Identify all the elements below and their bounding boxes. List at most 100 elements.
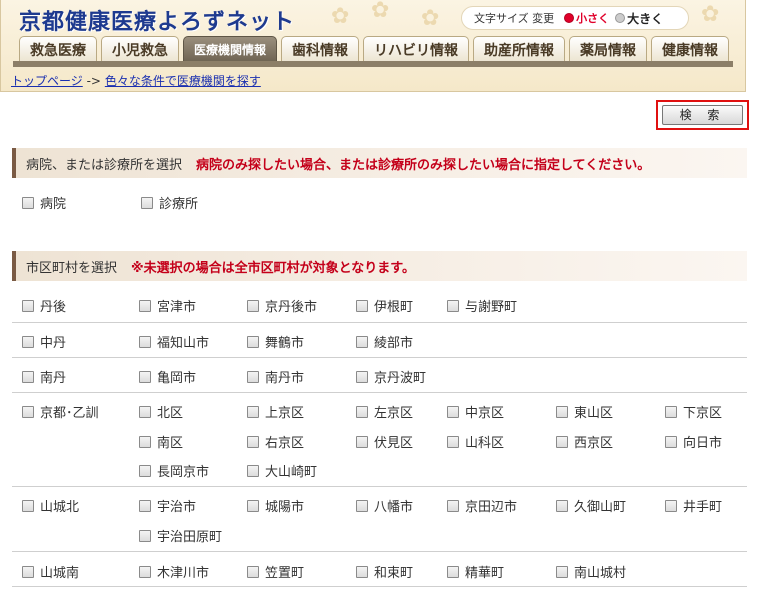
checkbox-icon[interactable] — [22, 499, 34, 512]
hospital-checkbox[interactable]: 病院 — [22, 193, 66, 212]
checkbox-icon[interactable] — [22, 565, 34, 578]
region-checkbox[interactable]: 山城南 — [22, 562, 79, 581]
city-checkbox[interactable]: 東山区 — [556, 402, 613, 421]
checkbox-icon[interactable] — [22, 299, 34, 312]
checkbox-icon[interactable] — [665, 499, 677, 512]
region-checkbox[interactable]: 丹後 — [22, 296, 66, 315]
city-checkbox[interactable]: 宇治市 — [139, 496, 196, 515]
checkbox-icon[interactable] — [356, 435, 368, 448]
checkbox-icon[interactable] — [447, 299, 459, 312]
city-checkbox[interactable]: 笠置町 — [247, 562, 304, 581]
city-checkbox[interactable]: 木津川市 — [139, 562, 209, 581]
checkbox-icon[interactable] — [22, 370, 34, 383]
checkbox-icon[interactable] — [247, 335, 259, 348]
checkbox-icon[interactable] — [139, 565, 151, 578]
checkbox-icon[interactable] — [139, 405, 151, 418]
region-checkbox[interactable]: 南丹 — [22, 367, 66, 386]
site-title[interactable]: 京都健康医療よろずネット — [19, 4, 295, 36]
city-checkbox[interactable]: 宮津市 — [139, 296, 196, 315]
breadcrumb-home-link[interactable]: トップページ — [11, 74, 83, 88]
checkbox-icon[interactable] — [356, 335, 368, 348]
breadcrumb-current-link[interactable]: 色々な条件で医療機関を探す — [105, 74, 261, 88]
city-checkbox[interactable]: 宇治田原町 — [139, 526, 222, 545]
city-checkbox[interactable]: 綾部市 — [356, 332, 413, 351]
checkbox-icon[interactable] — [247, 565, 259, 578]
city-checkbox[interactable]: 福知山市 — [139, 332, 209, 351]
region-checkbox[interactable]: 京都･乙訓 — [22, 402, 99, 421]
search-button[interactable]: 検 索 — [662, 105, 743, 125]
city-checkbox[interactable]: 中京区 — [447, 402, 504, 421]
checkbox-icon[interactable] — [247, 435, 259, 448]
checkbox-icon[interactable] — [139, 499, 151, 512]
city-checkbox[interactable]: 伊根町 — [356, 296, 413, 315]
city-checkbox[interactable]: 南区 — [139, 432, 183, 451]
city-checkbox[interactable]: 大山崎町 — [247, 461, 317, 480]
checkbox-icon[interactable] — [556, 565, 568, 578]
region-checkbox[interactable]: 山城北 — [22, 496, 79, 515]
checkbox-icon[interactable] — [247, 499, 259, 512]
city-checkbox[interactable]: 伏見区 — [356, 432, 413, 451]
city-checkbox[interactable]: 左京区 — [356, 402, 413, 421]
city-checkbox[interactable]: 八幡市 — [356, 496, 413, 515]
city-checkbox[interactable]: 北区 — [139, 402, 183, 421]
city-checkbox[interactable]: 向日市 — [665, 432, 722, 451]
city-checkbox[interactable]: 和束町 — [356, 562, 413, 581]
clinic-checkbox[interactable]: 診療所 — [141, 193, 198, 212]
tab-pediatric-emergency[interactable]: 小児救急 — [101, 36, 179, 62]
city-checkbox[interactable]: 上京区 — [247, 402, 304, 421]
city-checkbox[interactable]: 南丹市 — [247, 367, 304, 386]
tab-dental[interactable]: 歯科情報 — [281, 36, 360, 62]
checkbox-icon[interactable] — [556, 435, 568, 448]
tab-medical-institutions[interactable]: 医療機関情報 — [183, 36, 278, 62]
tab-pharmacy[interactable]: 薬局情報 — [569, 36, 648, 62]
city-checkbox[interactable]: 西京区 — [556, 432, 613, 451]
checkbox-icon[interactable] — [356, 565, 368, 578]
city-checkbox[interactable]: 京田辺市 — [447, 496, 517, 515]
checkbox-icon[interactable] — [22, 196, 34, 209]
checkbox-icon[interactable] — [22, 335, 34, 348]
checkbox-icon[interactable] — [556, 499, 568, 512]
checkbox-icon[interactable] — [447, 499, 459, 512]
checkbox-icon[interactable] — [139, 370, 151, 383]
city-checkbox[interactable]: 亀岡市 — [139, 367, 196, 386]
city-checkbox[interactable]: 城陽市 — [247, 496, 304, 515]
checkbox-icon[interactable] — [247, 405, 259, 418]
checkbox-icon[interactable] — [247, 464, 259, 477]
checkbox-icon[interactable] — [447, 435, 459, 448]
city-checkbox[interactable]: 右京区 — [247, 432, 304, 451]
checkbox-icon[interactable] — [665, 405, 677, 418]
checkbox-icon[interactable] — [139, 335, 151, 348]
city-checkbox[interactable]: 舞鶴市 — [247, 332, 304, 351]
city-checkbox[interactable]: 精華町 — [447, 562, 504, 581]
city-checkbox[interactable]: 下京区 — [665, 402, 722, 421]
tab-midwifery[interactable]: 助産所情報 — [473, 36, 566, 62]
checkbox-icon[interactable] — [247, 299, 259, 312]
checkbox-icon[interactable] — [356, 405, 368, 418]
checkbox-icon[interactable] — [356, 499, 368, 512]
city-checkbox[interactable]: 南山城村 — [556, 562, 626, 581]
checkbox-icon[interactable] — [447, 565, 459, 578]
city-checkbox[interactable]: 京丹波町 — [356, 367, 426, 386]
checkbox-icon[interactable] — [139, 529, 151, 542]
city-checkbox[interactable]: 与謝野町 — [447, 296, 517, 315]
checkbox-icon[interactable] — [356, 370, 368, 383]
region-checkbox[interactable]: 中丹 — [22, 332, 66, 351]
city-checkbox[interactable]: 山科区 — [447, 432, 504, 451]
checkbox-icon[interactable] — [247, 370, 259, 383]
font-size-large-option[interactable]: 大きく — [615, 10, 663, 27]
font-size-small-option[interactable]: 小さく — [564, 10, 609, 26]
tab-emergency[interactable]: 救急医療 — [19, 36, 97, 62]
checkbox-icon[interactable] — [139, 464, 151, 477]
checkbox-icon[interactable] — [356, 299, 368, 312]
city-checkbox[interactable]: 久御山町 — [556, 496, 626, 515]
checkbox-icon[interactable] — [139, 299, 151, 312]
checkbox-icon[interactable] — [139, 435, 151, 448]
city-checkbox[interactable]: 井手町 — [665, 496, 722, 515]
checkbox-icon[interactable] — [141, 196, 153, 209]
checkbox-icon[interactable] — [556, 405, 568, 418]
tab-rehabilitation[interactable]: リハビリ情報 — [363, 36, 470, 62]
tab-health[interactable]: 健康情報 — [651, 36, 730, 62]
checkbox-icon[interactable] — [447, 405, 459, 418]
checkbox-icon[interactable] — [22, 405, 34, 418]
city-checkbox[interactable]: 京丹後市 — [247, 296, 317, 315]
